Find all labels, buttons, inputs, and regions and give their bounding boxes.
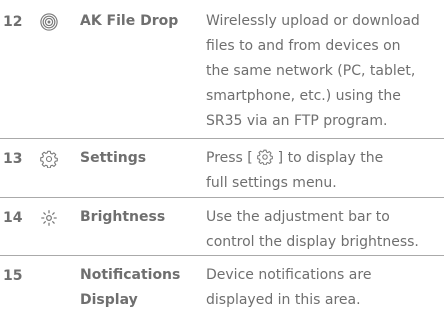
gear-icon xyxy=(40,150,58,168)
description-line: Press [ ] to display the xyxy=(206,146,442,171)
description-line: displayed in this area. xyxy=(206,292,361,308)
row-number: 12 xyxy=(3,14,23,30)
item-label: Brightness xyxy=(80,209,166,225)
item-description: Use the adjustment bar to control the di… xyxy=(206,205,442,255)
description-text: Press [ xyxy=(206,150,253,166)
item-description: Press [ ] to display the full settings m… xyxy=(206,146,442,196)
description-line: smartphone, etc.) using the xyxy=(206,88,401,104)
row-divider xyxy=(0,255,444,256)
description-line: SR35 via an FTP program. xyxy=(206,113,388,129)
row-number: 14 xyxy=(3,210,23,226)
description-line: Use the adjustment bar to xyxy=(206,209,390,225)
label-line: Notifications xyxy=(80,267,181,283)
label-line: Display xyxy=(80,292,138,308)
row-number: 13 xyxy=(3,151,23,167)
row-divider xyxy=(0,197,444,198)
brightness-icon xyxy=(40,209,58,227)
gear-icon xyxy=(257,149,274,165)
description-line: files to and from devices on xyxy=(206,38,401,54)
description-line: Device notifications are xyxy=(206,267,372,283)
item-label: Settings xyxy=(80,150,147,166)
description-line: full settings menu. xyxy=(206,175,337,191)
description-line: control the display brightness. xyxy=(206,234,419,250)
row-number: 15 xyxy=(3,268,23,284)
row-divider xyxy=(0,138,444,139)
wireless-signal-icon xyxy=(40,13,58,31)
item-label: Notifications Display xyxy=(80,263,190,313)
description-text: ] to display the xyxy=(277,150,384,166)
item-description: Wirelessly upload or download files to a… xyxy=(206,9,442,134)
description-line: Wirelessly upload or download xyxy=(206,13,420,29)
description-line: the same network (PC, tablet, xyxy=(206,63,416,79)
item-label: AK File Drop xyxy=(80,13,179,29)
item-description: Device notifications are displayed in th… xyxy=(206,263,442,313)
